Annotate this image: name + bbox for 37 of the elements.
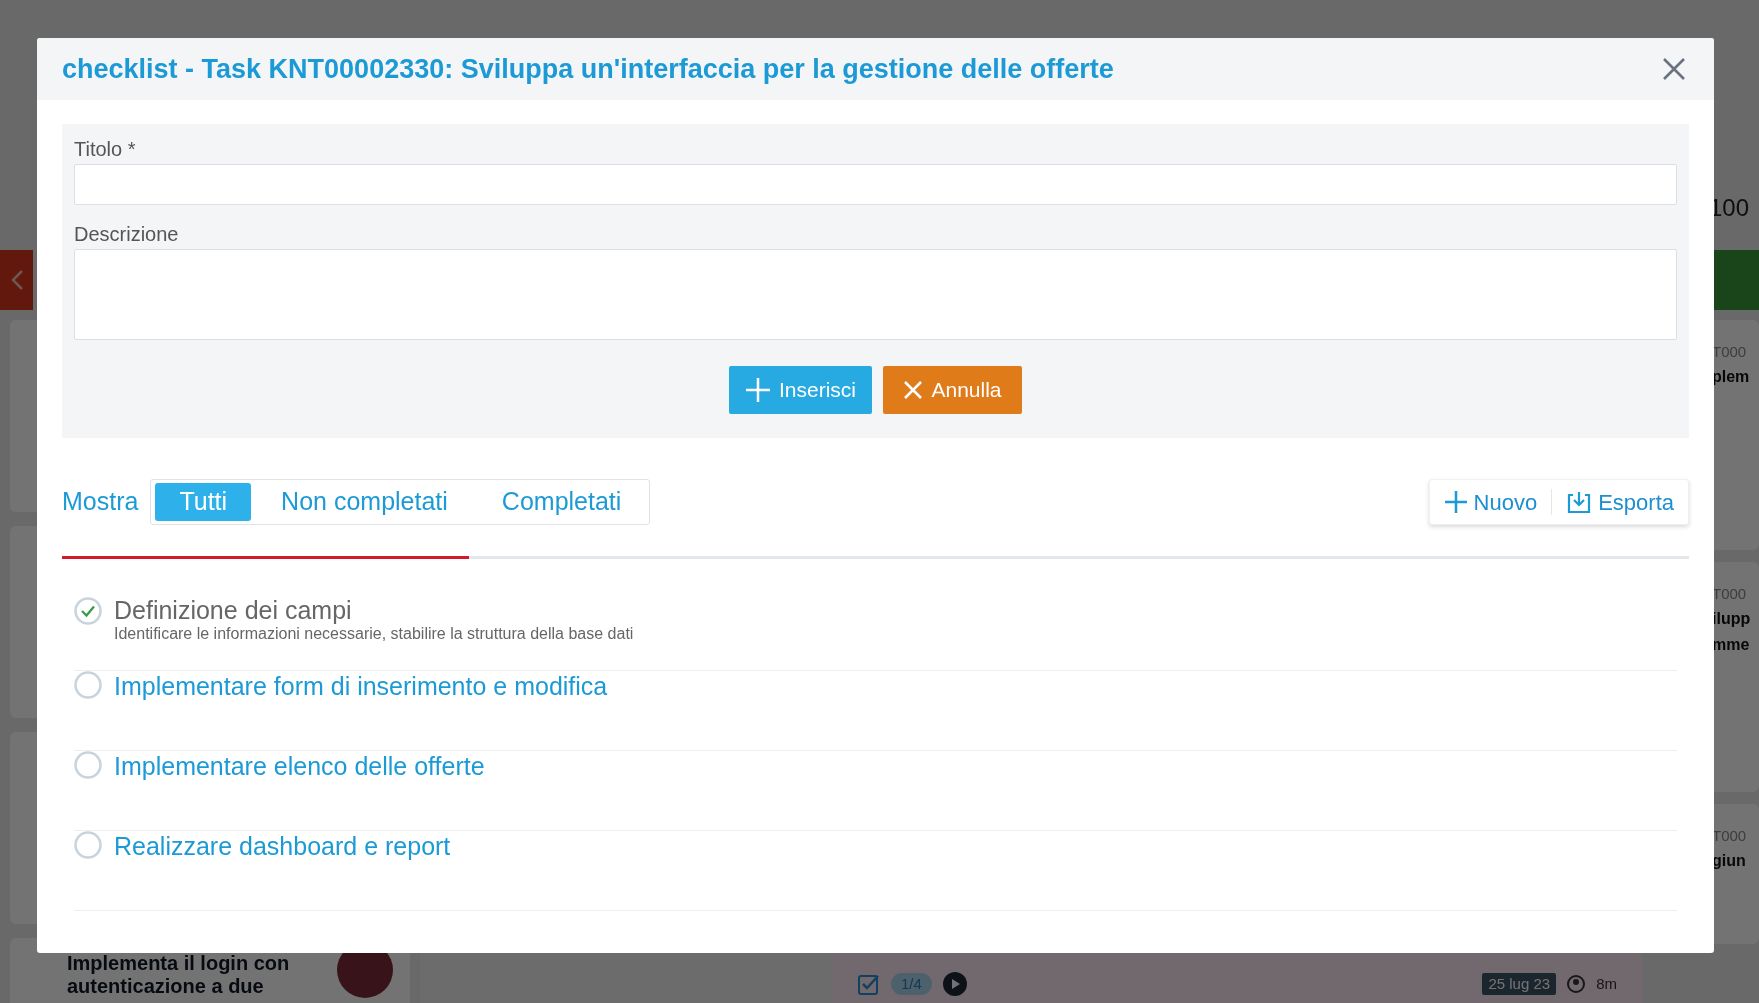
checked-circle-icon[interactable]: [74, 597, 102, 625]
input-field[interactable]: [74, 164, 1677, 205]
export-button[interactable]: Esporta: [1566, 485, 1674, 519]
field-label: Descrizione: [74, 222, 180, 247]
cancel-button[interactable]: Annulla: [883, 366, 1022, 414]
download-icon: [1566, 490, 1593, 514]
card-title: giun: [1712, 851, 1747, 871]
play-icon[interactable]: [941, 971, 968, 997]
item-title: Implementare form di inserimento e modifica: [114, 671, 608, 701]
item-description: Identificare le informazioni necessarie, stabilire la struttura della base dati: [114, 625, 634, 643]
count-badge: 1/4: [891, 972, 932, 996]
filter-tab[interactable]: Tutti: [155, 483, 252, 521]
close-icon: [903, 380, 924, 400]
plus-icon: [1443, 490, 1468, 514]
card-title: Implementa il login con autenticazione a due: [67, 952, 291, 998]
dialog-title: checklist - Task KNT00002330: Sviluppa un'interfaccia per la gestione delle offerte: [62, 52, 1114, 86]
item-title: Definizione dei campi: [114, 595, 353, 625]
date-badge: 25 lug 23: [1482, 972, 1557, 996]
card-title: mme: [1712, 635, 1751, 655]
item-title: Implementare elenco delle offerte: [114, 751, 485, 781]
user-clock-icon: [1566, 974, 1587, 994]
item-title: Realizzare dashboard e report: [114, 831, 451, 861]
field-label: Titolo *: [74, 137, 137, 162]
insert-button[interactable]: Inserisci: [729, 366, 872, 414]
filter-tab[interactable]: Non completati: [257, 483, 472, 521]
radio-circle[interactable]: [74, 751, 102, 779]
chevron-left-icon[interactable]: [9, 269, 24, 291]
time-text: 8m: [1596, 973, 1617, 994]
new-button[interactable]: Nuovo: [1443, 485, 1538, 519]
plus-icon: [745, 377, 771, 403]
filter-label: Mostra: [62, 486, 139, 518]
close-icon: [1662, 57, 1686, 81]
checkbox-icon: [857, 972, 881, 996]
radio-circle[interactable]: [74, 831, 102, 859]
text-area[interactable]: [74, 249, 1677, 340]
filter-tab[interactable]: Completati: [477, 483, 646, 521]
radio-circle[interactable]: [74, 671, 102, 699]
